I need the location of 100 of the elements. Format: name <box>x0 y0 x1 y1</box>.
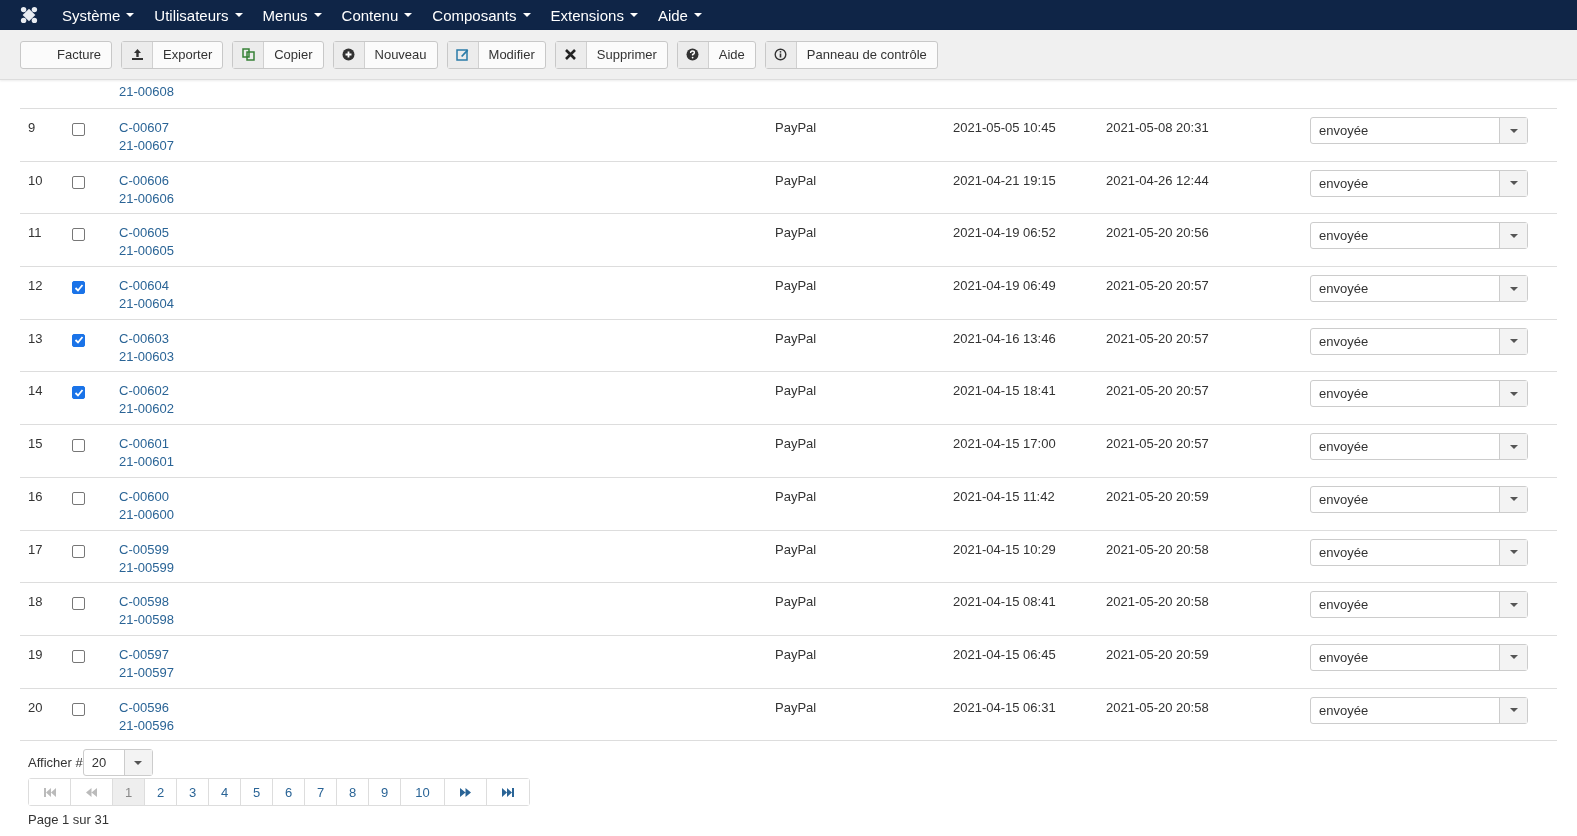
row-number: 19 <box>28 646 43 662</box>
order-link[interactable]: C-00596 <box>119 699 775 715</box>
row-number: 15 <box>28 436 43 452</box>
row-checkbox[interactable] <box>72 228 85 242</box>
row-checkbox[interactable] <box>72 123 85 136</box>
toolbar-button[interactable]: Nouveau <box>332 40 438 69</box>
payment-method: PayPal <box>775 541 817 557</box>
order-link[interactable]: C-00603 <box>119 330 775 346</box>
invoice-link[interactable]: 21-00598 <box>119 612 775 628</box>
order-link[interactable]: C-00598 <box>119 594 775 610</box>
logo-icon[interactable] <box>20 6 38 24</box>
row-checkbox[interactable] <box>72 491 85 505</box>
last-icon <box>502 787 514 797</box>
status-dropdown[interactable]: envoyée <box>1310 222 1528 250</box>
date-cell: 2021-04-15 18:41 <box>953 383 1056 399</box>
status-dropdown[interactable]: envoyée <box>1310 485 1528 513</box>
status-dropdown[interactable]: envoyée <box>1310 696 1528 724</box>
payment-method: PayPal <box>775 594 817 610</box>
date-cell: 2021-04-15 08:41 <box>953 594 1056 610</box>
date-cell: 2021-04-15 17:00 <box>953 436 1056 452</box>
status-dropdown[interactable]: envoyée <box>1310 643 1528 671</box>
order-link[interactable]: C-00602 <box>119 383 775 399</box>
invoice-link[interactable]: 21-00599 <box>119 559 775 575</box>
date-cell: 2021-05-20 20:58 <box>1106 541 1209 557</box>
date-cell: 2021-05-20 20:56 <box>1106 225 1209 241</box>
order-link[interactable]: C-00597 <box>119 646 775 662</box>
invoice-link[interactable]: 21-00606 <box>119 190 775 206</box>
date-cell: 2021-05-20 20:58 <box>1106 699 1209 715</box>
date-cell: 2021-05-20 20:57 <box>1106 436 1209 452</box>
menu-item[interactable]: Contenu <box>331 0 423 30</box>
row-number: 16 <box>28 488 43 504</box>
order-link[interactable]: C-00607 <box>119 120 775 135</box>
date-cell: 2021-04-19 06:52 <box>953 225 1056 241</box>
menu-item[interactable]: Aide <box>647 0 712 30</box>
invoice-link[interactable]: 21-00603 <box>119 348 775 364</box>
row-checkbox[interactable] <box>72 702 85 716</box>
menu-item[interactable]: Menus <box>252 0 332 30</box>
row-checkbox[interactable] <box>72 439 85 453</box>
row-checkbox[interactable] <box>72 597 85 611</box>
menu-item[interactable]: Extensions <box>540 0 648 30</box>
date-cell: 2021-05-20 20:57 <box>1106 278 1209 294</box>
row-number: 14 <box>28 383 43 399</box>
toolbar-button[interactable]: Supprimer <box>554 40 668 69</box>
menu-item[interactable]: Utilisateurs <box>144 0 253 30</box>
status-dropdown[interactable]: envoyée <box>1310 433 1528 461</box>
status-dropdown[interactable]: envoyée <box>1310 169 1528 197</box>
toolbar-button[interactable]: Panneau de contrôle <box>764 40 938 69</box>
status-dropdown[interactable]: envoyée <box>1310 275 1528 303</box>
status-dropdown[interactable]: envoyée <box>1310 327 1528 355</box>
row-number: 20 <box>28 699 43 715</box>
order-link[interactable]: C-00606 <box>119 172 775 188</box>
date-cell: 2021-04-26 12:44 <box>1106 172 1209 188</box>
status-dropdown[interactable]: envoyée <box>1310 538 1528 566</box>
toolbar-button[interactable]: Exporter <box>121 40 224 69</box>
row-number: 9 <box>28 120 36 135</box>
help-icon <box>686 48 700 61</box>
upload-icon <box>130 48 144 61</box>
date-cell: 2021-05-05 10:45 <box>953 120 1056 135</box>
date-cell: 2021-04-15 06:45 <box>953 646 1056 662</box>
date-cell: 2021-04-16 13:46 <box>953 330 1056 346</box>
date-cell: 2021-05-20 20:59 <box>1106 488 1209 504</box>
invoice-link[interactable]: 21-00607 <box>119 138 775 153</box>
menu-item[interactable]: Composants <box>422 0 541 30</box>
order-link[interactable]: C-00599 <box>119 541 775 557</box>
status-dropdown[interactable]: envoyée <box>1310 117 1528 144</box>
limit-dropdown[interactable]: 20 <box>82 749 153 777</box>
row-number: 13 <box>28 330 43 346</box>
row-number: 17 <box>28 541 43 557</box>
invoice-link[interactable]: 21-00596 <box>119 717 775 733</box>
copy-icon <box>241 48 255 61</box>
order-link[interactable]: C-00601 <box>119 436 775 452</box>
invoice-link[interactable]: 21-00608 <box>119 84 775 99</box>
toolbar-button[interactable]: Aide <box>676 40 756 69</box>
invoice-link[interactable]: 21-00605 <box>119 243 775 259</box>
status-dropdown[interactable]: envoyée <box>1310 380 1528 408</box>
invoice-link[interactable]: 21-00601 <box>119 454 775 470</box>
invoice-link[interactable]: 21-00600 <box>119 506 775 522</box>
invoice-link[interactable]: 21-00597 <box>119 664 775 680</box>
order-link[interactable]: C-00604 <box>119 278 775 294</box>
row-checkbox[interactable] <box>72 333 85 347</box>
invoice-link[interactable]: 21-00604 <box>119 296 775 312</box>
menu-item[interactable]: Système <box>52 0 145 30</box>
row-checkbox[interactable] <box>72 544 85 558</box>
date-cell: 2021-04-21 19:15 <box>953 172 1056 188</box>
row-number: 18 <box>28 594 43 610</box>
status-dropdown[interactable]: envoyée <box>1310 591 1528 619</box>
row-checkbox[interactable] <box>72 175 85 189</box>
row-checkbox[interactable] <box>72 386 85 400</box>
toolbar-button[interactable]: Modifier <box>446 40 546 69</box>
payment-method: PayPal <box>775 436 817 452</box>
edit-icon <box>456 48 470 61</box>
toolbar-button[interactable]: Copier <box>232 40 324 69</box>
row-checkbox[interactable] <box>72 649 85 663</box>
order-link[interactable]: C-00600 <box>119 488 775 504</box>
row-checkbox[interactable] <box>72 281 85 295</box>
date-cell: 2021-04-15 06:31 <box>953 699 1056 715</box>
toolbar-button[interactable]: Facture <box>20 40 113 69</box>
invoice-link[interactable]: 21-00602 <box>119 401 775 417</box>
order-link[interactable]: C-00605 <box>119 225 775 241</box>
date-cell: 2021-05-08 20:31 <box>1106 120 1209 135</box>
